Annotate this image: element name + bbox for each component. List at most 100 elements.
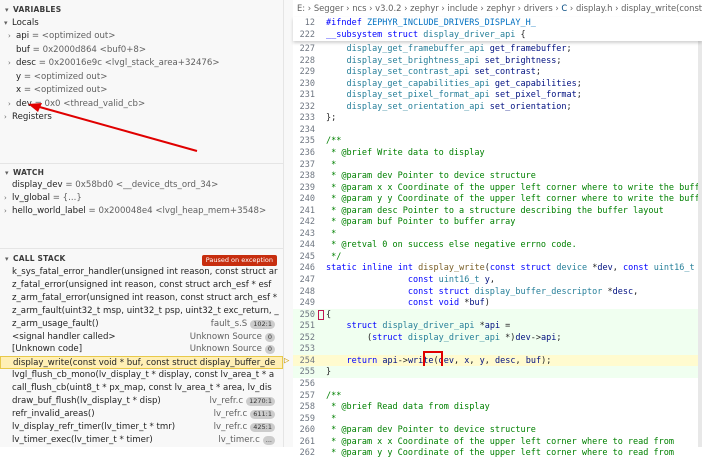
callstack-frame[interactable]: draw_buf_flush(lv_display_t * disp) lv_re… [0,395,283,408]
callstack-frame[interactable]: z_fatal_error(unsigned int reason, const… [0,279,283,292]
debug-sidebar: ▾ VARIABLES ▾ Locals › api = <optimized out… [0,0,283,447]
sticky-line[interactable]: 12 #ifndef ZEPHYR_INCLUDE_DRIVERS_DISPLAY… [293,17,702,29]
code-line[interactable]: 251 struct display_driver_api *api = [293,320,702,333]
code-line[interactable]: 248 const struct display_buffer_descript… [293,286,702,298]
breadcrumb-item[interactable]: display.h [576,3,613,13]
code-text: display_get_capabilities_api get_capabil… [346,78,582,89]
line-number: 229 [299,67,315,78]
watch-value: = 0x200048e4 <lvgl_heap_mem+3548> [88,206,267,216]
code-line[interactable]: 227 display_get_framebuffer_api get_fram… [293,43,702,55]
callstack-frame[interactable]: call_flush_cb(uint8_t * px_map, const lv… [0,382,283,395]
callstack-frame[interactable]: refr_invalid_areas() lv_refr.c 611:1 [0,408,283,421]
breadcrumb-item[interactable]: include [447,3,477,13]
code-line[interactable]: 230 display_get_capabilities_api get_cap… [293,78,702,90]
chevron-down-icon: ▾ [5,255,9,263]
line-number: 242 [299,217,315,228]
breakpoint-gutter-marker[interactable] [318,309,324,320]
type-name: display_set_orientation_api [346,101,485,112]
line-number: 232 [299,101,315,112]
code-line[interactable]: 262 * @param y y Coordinate of the upper… [293,447,702,459]
sticky-scroll: 12 #ifndef ZEPHYR_INCLUDE_DRIVERS_DISPLAY… [293,17,702,41]
comment-text: * @param desc Pointer to a structure des… [326,205,664,216]
code-line[interactable]: 245 */ [293,251,702,263]
keyword: void [438,298,460,309]
breadcrumb-item[interactable]: ncs [352,3,366,13]
identifier: get_capabilities [494,78,577,89]
watch-row[interactable]: › hello_world_label = 0x200048e4 <lvgl_he… [0,205,283,218]
watch-row[interactable]: › lv_global = {...} [0,192,283,205]
callstack-frame[interactable]: k_sys_fatal_error_handler(unsigned int r… [0,266,283,279]
comment-text: * @param x x Coordinate of the upper lef… [326,436,674,447]
code-line[interactable]: 244 * @retval 0 on success else negative… [293,239,702,251]
code-line[interactable]: 243 * [293,228,702,240]
type-name: display_get_framebuffer_api [346,44,485,54]
callstack-frame[interactable]: lv_timer_exec(lv_timer_t * timer) lv_time… [0,434,283,447]
code-text: * @brief Read data from display [326,401,490,413]
identifier: y [484,275,490,285]
code-line[interactable]: 236 * @brief Write data to display [293,147,702,159]
code-line[interactable]: 232 display_set_orientation_api set_orie… [293,101,702,113]
breadcrumb-item[interactable]: v3.0.2 [375,3,401,13]
code-text: * @retval 0 on success else negative err… [326,239,577,251]
comment-text: * [326,413,337,424]
keyword: const [489,263,516,274]
identifier: set_orientation [489,101,567,112]
code-line[interactable]: 242 * @param buf Pointer to buffer array [293,216,702,228]
code-line[interactable]: 252 (struct display_driver_api *)dev->ap… [293,331,702,344]
comment-text: * @param dev Pointer to device structure [326,425,536,436]
code-line[interactable]: 259 * [293,413,702,425]
editor-scrollbar[interactable] [698,17,702,447]
breadcrumb-separator-icon: › [366,3,376,13]
code-line[interactable]: 239 * @param x x Coordinate of the upper… [293,182,702,194]
code-text: }; [326,113,337,124]
watch-row[interactable]: display_dev = 0x58bd0 <__device_dts_ord_… [0,179,283,192]
code-line[interactable]: 229 display_set_contrast_api set_contras… [293,66,702,78]
callstack-frame[interactable]: lvgl_flush_cb_mono(lv_display_t * displa… [0,369,283,382]
breadcrumb-separator-icon: › [401,3,411,13]
code-line[interactable]: 253 [293,343,702,356]
breadcrumb-item[interactable]: Segger [314,3,344,13]
frame-source: fault_s.S 102:1 [211,318,275,331]
code-line[interactable]: 233}; [293,112,702,124]
code-line[interactable]: 249 const void *buf) [293,297,702,309]
sticky-line[interactable]: 222 __subsystem struct display_driver_api… [293,29,702,41]
code-line[interactable]: 254 return api->write(dev, x, y, desc, b… [284,350,702,371]
panel-sash[interactable] [283,0,293,447]
code-line[interactable]: 261 * @param x x Coordinate of the upper… [293,436,702,448]
breadcrumb-item[interactable]: E: [297,3,305,13]
code-line[interactable]: 238 * @param dev Pointer to device struc… [293,170,702,182]
code-line[interactable]: 228 display_set_brightness_api set_brigh… [293,55,702,67]
callstack-frame[interactable]: z_arm_fatal_error(unsigned int reason, c… [0,292,283,305]
code-line[interactable]: 247 const uint16_t y, [293,274,702,286]
line-number: 227 [299,44,315,54]
code-line[interactable]: 260 * @param dev Pointer to device struc… [293,424,702,436]
callstack-frame[interactable]: lv_display_refr_timer(lv_timer_t * tmr) l… [0,421,283,434]
code-line[interactable]: 257 /** [293,390,702,402]
breadcrumb-item[interactable]: zephyr [486,3,515,13]
code-editor[interactable]: E: › Segger › ncs › v3.0.2 › zephyr › in… [284,0,702,458]
watch-header[interactable]: ▾ WATCH [0,166,283,179]
code-line[interactable]: 241 * @param desc Pointer to a structure… [293,205,702,217]
code-line[interactable]: 231 display_set_pixel_format_api set_pix… [293,89,702,101]
breadcrumb-item[interactable]: drivers [524,3,553,13]
watch-value: = {...} [52,193,82,203]
type-name: display_set_pixel_format_api [346,90,490,101]
breadcrumb-item[interactable]: zephyr [410,3,439,13]
code-line[interactable]: 235 /** [293,135,702,147]
callstack-frame[interactable]: [Unknown code] Unknown Source 0 [0,343,283,356]
code-line[interactable]: 246 static inline int display_write(const… [293,262,702,274]
code-line[interactable]: 250 { [293,308,702,321]
code-line[interactable]: 234 [293,124,702,136]
callstack-frame[interactable]: <signal handler called> Unknown Source 0 [0,331,283,344]
code-line[interactable]: 256 [293,378,702,390]
breadcrumb-item[interactable]: display_write(const device *, cons [621,3,702,13]
type-name: display_driver_api [423,30,516,40]
code-line[interactable]: 237 * [293,159,702,171]
callstack-frame[interactable]: z_arm_fault(uint32_t msp, uint32_t psp, … [0,305,283,318]
code-line[interactable]: 255} [293,366,702,379]
callstack-frame[interactable]: display_write(const void * buf, const st… [0,356,283,370]
code-line[interactable]: 258 * @brief Read data from display [293,401,702,413]
line-number: 247 [299,275,315,285]
code-line[interactable]: 240 * @param y y Coordinate of the upper… [293,193,702,205]
callstack-frame[interactable]: z_arm_usage_fault() fault_s.S 102:1 [0,318,283,331]
